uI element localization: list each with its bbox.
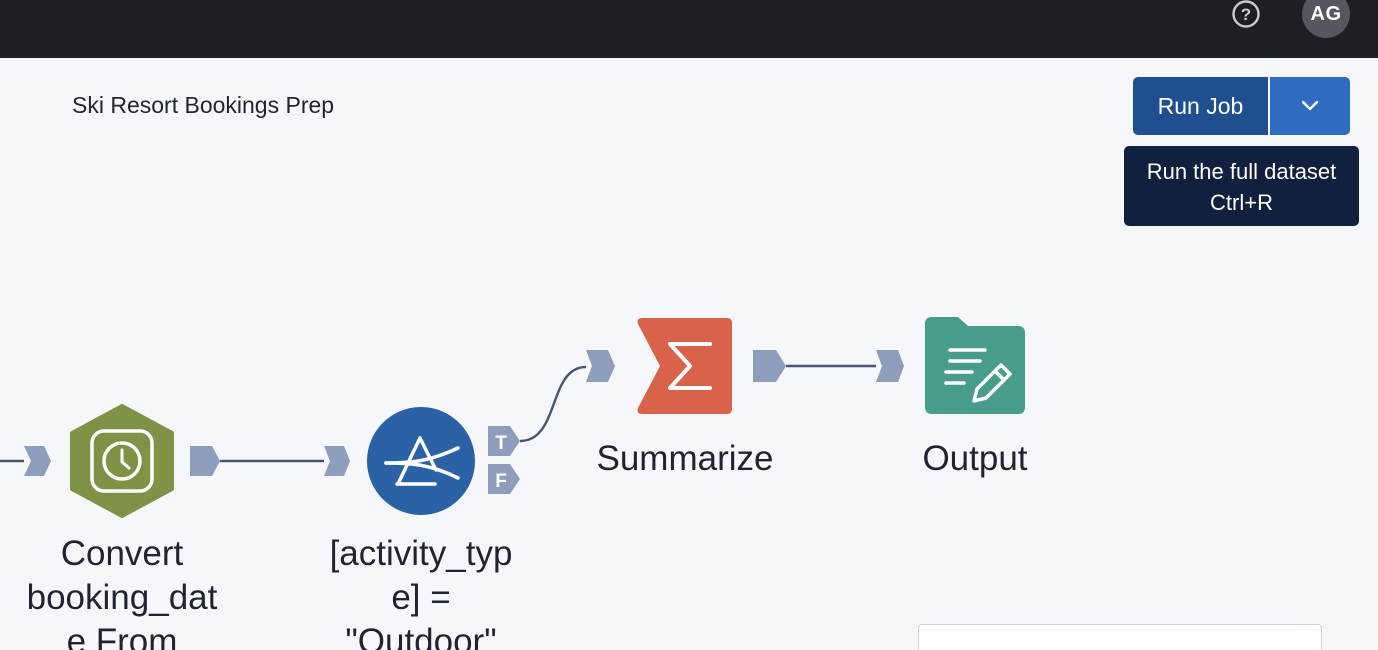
summarize-tool-node[interactable] [637, 318, 733, 414]
filter-label-line-3: "Outdoor" [345, 622, 497, 650]
summarize-node-label: Summarize [596, 439, 774, 478]
bottom-panel[interactable] [918, 624, 1322, 650]
datetime-label-line-2: booking_dat [26, 578, 218, 617]
input-anchor-summarize[interactable] [586, 350, 615, 382]
datetime-node-label: Convert booking_dat e From [12, 532, 232, 650]
filter-label-line-1: [activity_typ [329, 534, 513, 573]
datetime-label-line-3: e From [66, 622, 178, 650]
input-anchor-datetime[interactable] [24, 446, 51, 476]
datetime-label-line-1: Convert [60, 534, 184, 573]
output-anchor-summarize[interactable] [753, 350, 786, 382]
output-anchor-datetime[interactable] [190, 446, 220, 476]
filter-label-line-2: e] = [391, 578, 451, 617]
connector-filter-summarize[interactable] [519, 365, 587, 443]
input-anchor-filter[interactable] [324, 446, 350, 476]
filter-node-label: [activity_typ e] = "Outdoor" [306, 532, 536, 650]
false-anchor-label: F [495, 471, 507, 492]
true-anchor-label: T [495, 433, 507, 454]
output-tool-node[interactable] [925, 317, 1025, 414]
input-anchor-output[interactable] [876, 350, 904, 382]
output-node-label: Output [922, 439, 1028, 478]
filter-tool-node[interactable] [367, 407, 475, 515]
datetime-tool-node[interactable] [70, 404, 174, 518]
